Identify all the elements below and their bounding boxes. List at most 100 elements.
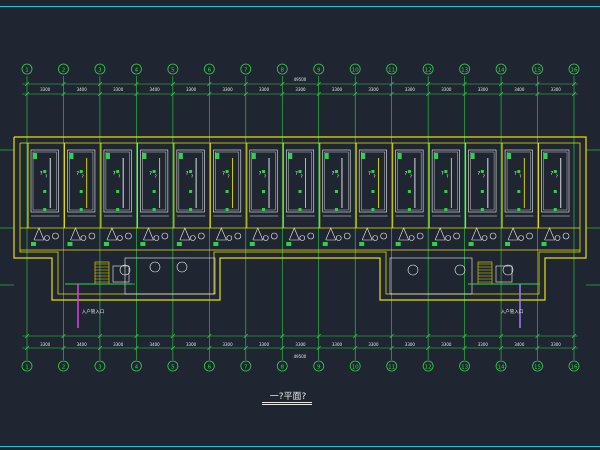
room-bathroom-outline	[67, 149, 96, 213]
top-dimension-value: 3300	[113, 87, 124, 92]
floor-plan-canvas: 3300 3400 3300 3400 3300 3300 3300 3300 3300 3300…	[0, 63, 600, 372]
green-fixture	[397, 153, 402, 159]
sanitary-fixture	[252, 227, 264, 241]
entrance-box	[112, 265, 130, 283]
green-fixture-small	[298, 190, 302, 193]
room-bathroom-outline	[30, 149, 59, 213]
sanitary-fixture	[70, 227, 81, 241]
room-bathroom-inner	[215, 151, 239, 211]
bottom-dimension-value: 3400	[514, 342, 525, 347]
green-fixture-small	[444, 170, 448, 173]
room-bathroom-outline	[140, 149, 169, 213]
wash-basin	[343, 232, 351, 240]
room-bathroom-outline	[213, 149, 242, 213]
pipe-label-marker: ?	[514, 171, 517, 177]
green-fixture-small	[553, 170, 557, 173]
wash-basin	[270, 232, 278, 240]
top-dimension-value: 3300	[186, 87, 197, 92]
wash-basin	[453, 232, 460, 240]
top-dimension-value: 3400	[514, 87, 525, 92]
axis-bubble-top-label: 6	[208, 68, 212, 74]
pipe-label-marker: ?	[478, 171, 481, 177]
green-fixture	[470, 153, 475, 159]
bottom-dimension-value: 3300	[40, 342, 51, 347]
green-fixture-small	[407, 208, 411, 211]
bottom-dimension-value: 3300	[113, 342, 124, 347]
green-fixture-bottom	[468, 242, 474, 246]
axis-bubble-top-label: 11	[388, 68, 395, 74]
axis-bubble-top-label: 9	[317, 68, 321, 74]
pipe-label-marker: ?	[556, 174, 558, 179]
green-fixture	[434, 153, 439, 159]
pipe-label-marker: ?	[155, 174, 157, 179]
room-bathroom-outline	[358, 149, 387, 213]
floor-drain	[153, 235, 160, 241]
green-fixture-small	[553, 190, 557, 193]
pipe-label-marker: ?	[113, 171, 116, 177]
bottom-dimension-value: 3300	[332, 342, 343, 347]
top-dimension-value: 3300	[332, 87, 343, 92]
room-bathroom-outline	[541, 149, 570, 213]
green-fixture-small	[79, 170, 83, 173]
room-bathroom-inner	[69, 151, 94, 211]
green-fixture-bottom	[432, 242, 438, 246]
green-fixture-small	[43, 170, 47, 173]
green-fixture-bottom	[176, 242, 182, 246]
bottom-dimension-value: 3300	[186, 342, 197, 347]
pipe-label-marker: ?	[441, 171, 444, 177]
bottom-dimension-value: 3300	[259, 342, 270, 347]
floor-drain	[335, 235, 342, 241]
room-bathroom-outline	[103, 149, 132, 213]
pipe-label-marker: ?	[550, 171, 553, 177]
wash-basin	[234, 232, 242, 240]
floor-drain	[44, 235, 50, 241]
entry-label-right: 入户管入口	[501, 308, 524, 315]
axis-bubble-top-label: 5	[171, 68, 175, 74]
pipe-label-marker: ?	[118, 174, 120, 179]
sanitary-fixture	[507, 227, 519, 241]
axis-bubble-bottom-label: 8	[281, 365, 285, 371]
corridor-room-right	[389, 257, 473, 295]
green-fixture	[324, 153, 329, 159]
room-bathroom-inner	[543, 151, 568, 211]
room-bathroom-inner	[361, 151, 385, 211]
corridor-room-left	[124, 257, 216, 295]
pipe-label-marker: ?	[191, 174, 193, 179]
top-dimension-value: 3400	[77, 87, 88, 92]
top-dimension-value: 3300	[368, 87, 379, 92]
door-swing	[502, 264, 514, 276]
room-bathroom-inner	[105, 151, 130, 211]
sanitary-fixture	[361, 227, 373, 241]
room-bathroom-inner	[433, 151, 458, 211]
axis-bubble-bottom-label: 6	[208, 365, 212, 371]
bottom-dimension-value: 3300	[368, 342, 379, 347]
wash-basin	[489, 232, 497, 240]
green-fixture-small	[517, 170, 521, 173]
green-fixture-small	[298, 170, 302, 173]
pipe-label-marker: ?	[337, 174, 339, 179]
floor-drain	[445, 235, 451, 241]
green-fixture-small	[407, 170, 411, 173]
sanitary-fixture	[33, 227, 45, 241]
green-fixture-small	[262, 170, 266, 173]
axis-bubble-top-label: 3	[98, 68, 102, 74]
floor-drain	[372, 235, 379, 241]
door-swing	[149, 261, 161, 273]
floor-drain	[226, 235, 233, 241]
axis-bubble-bottom-label: 11	[388, 365, 395, 371]
green-fixture-bottom	[67, 242, 73, 246]
pipe-label-marker: ?	[300, 174, 302, 179]
floor-drain	[299, 235, 306, 241]
green-fixture	[105, 153, 110, 159]
bottom-dimension-value: 3300	[478, 342, 489, 347]
top-dimension-value: 3300	[478, 87, 489, 92]
pipe-label-marker: ?	[446, 174, 448, 179]
green-fixture-bottom	[541, 242, 547, 246]
sanitary-fixture	[106, 227, 118, 241]
top-dimension-value: 3300	[295, 87, 306, 92]
sanitary-fixture	[544, 227, 555, 241]
pipe-label-marker: ?	[483, 174, 485, 179]
pipe-label-marker: ?	[76, 171, 79, 177]
sanitary-fixture	[143, 227, 154, 241]
top-dimension-value: 3400	[150, 87, 161, 92]
